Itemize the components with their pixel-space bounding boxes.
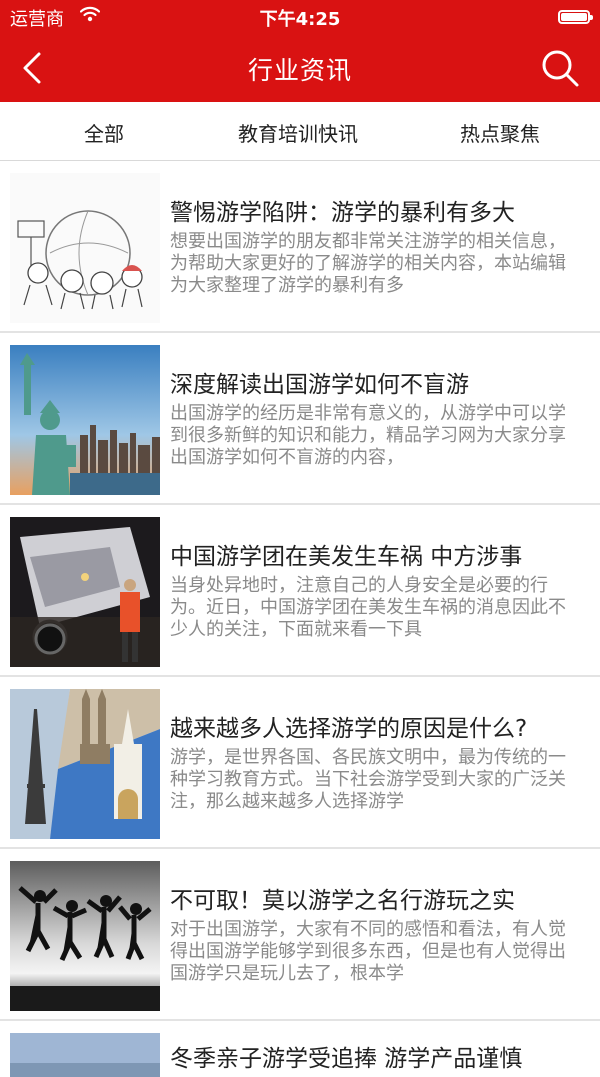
article-summary: 游学，是世界各国、各民族文明中，最为传统的一种学习教育方式。当下社会游学受到大家… — [170, 747, 566, 812]
article-summary: 出国游学的经历是非常有意义的，从游学中可以学到很多新鲜的知识和能力，精品学习网为… — [170, 403, 566, 468]
article-item[interactable]: 警惕游学陷阱：游学的暴利有多大 想要出国游学的朋友都非常关注游学的相关信息，为帮… — [0, 161, 600, 333]
article-title: 越来越多人选择游学的原因是什么? — [170, 716, 528, 742]
statue-of-liberty-image — [10, 345, 160, 495]
tab-all[interactable]: 全部 — [84, 118, 124, 147]
car-accident-image — [10, 517, 160, 667]
landmarks-collage-image — [10, 689, 160, 839]
tab-education-news[interactable]: 教育培训快讯 — [238, 118, 358, 147]
article-summary: 对于出国游学，大家有不同的感悟和看法，有人觉得出国游学能够学到很多东西，但是也有… — [170, 919, 566, 984]
tab-hot-topics[interactable]: 热点聚焦 — [460, 118, 540, 147]
article-title: 中国游学团在美发生车祸 中方涉事 — [170, 544, 523, 570]
jumping-silhouettes-image — [10, 861, 160, 1011]
page-title: 行业资讯 — [247, 56, 352, 85]
battery-icon — [558, 10, 593, 24]
search-icon — [542, 50, 579, 87]
article-title: 不可取！莫以游学之名行游玩之实 — [170, 888, 515, 914]
search-button[interactable] — [538, 46, 582, 90]
sky-landscape-image — [10, 1033, 160, 1077]
category-tabs: 全部 教育培训快讯 热点聚焦 — [0, 102, 600, 161]
nav-bar: 行业资讯 — [0, 34, 600, 102]
article-item[interactable]: 冬季亲子游学受追捧 游学产品谨慎 — [0, 1021, 600, 1077]
cartoon-travelers-image — [10, 173, 160, 323]
article-list: 警惕游学陷阱：游学的暴利有多大 想要出国游学的朋友都非常关注游学的相关信息，为帮… — [0, 161, 600, 1077]
status-time: 下午4:25 — [259, 9, 341, 30]
article-summary: 想要出国游学的朋友都非常关注游学的相关信息，为帮助大家更好的了解游学的相关内容，… — [170, 231, 566, 296]
article-item[interactable]: 不可取！莫以游学之名行游玩之实 对于出国游学，大家有不同的感悟和看法，有人觉得出… — [0, 849, 600, 1021]
article-title: 冬季亲子游学受追捧 游学产品谨慎 — [170, 1046, 523, 1072]
article-title: 深度解读出国游学如何不盲游 — [170, 372, 469, 398]
status-bar: 运营商 下午4:25 — [0, 0, 600, 34]
article-item[interactable]: 越来越多人选择游学的原因是什么? 游学，是世界各国、各民族文明中，最为传统的一种… — [0, 677, 600, 849]
article-item[interactable]: 中国游学团在美发生车祸 中方涉事 当身处异地时，注意自己的人身安全是必要的行为。… — [0, 505, 600, 677]
article-title: 警惕游学陷阱：游学的暴利有多大 — [170, 200, 515, 226]
article-item[interactable]: 深度解读出国游学如何不盲游 出国游学的经历是非常有意义的，从游学中可以学到很多新… — [0, 333, 600, 505]
article-summary: 当身处异地时，注意自己的人身安全是必要的行为。近日，中国游学团在美发生车祸的消息… — [170, 575, 566, 640]
